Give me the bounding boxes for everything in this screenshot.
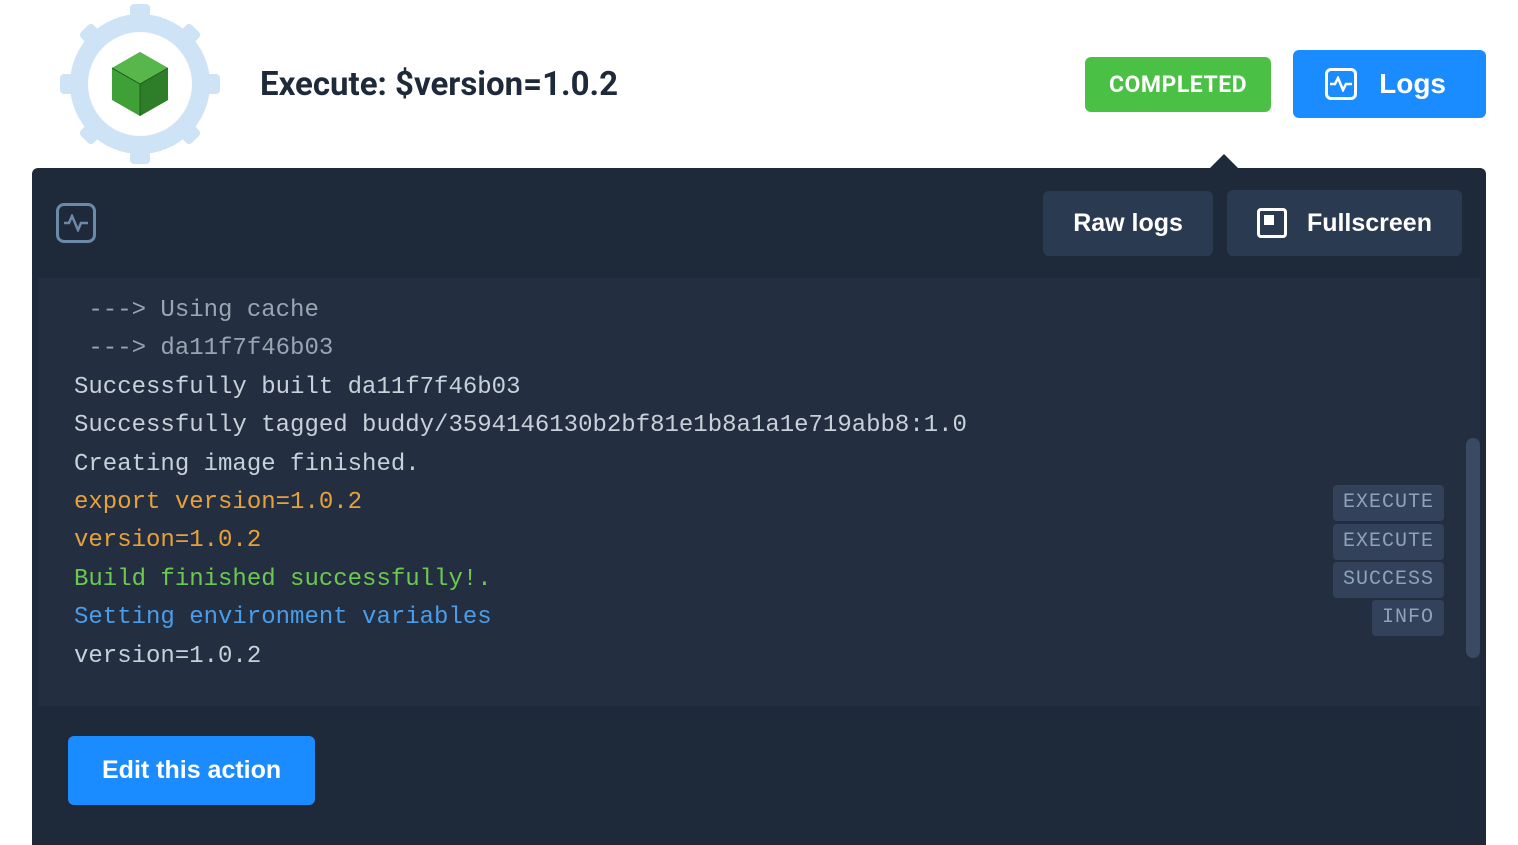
log-line: ---> Using cache [74,292,1444,330]
log-line: Successfully tagged buddy/3594146130b2bf… [74,407,1444,445]
log-tag: EXECUTE [1333,485,1444,521]
console-footer: Edit this action [32,706,1486,845]
fullscreen-label: Fullscreen [1307,209,1432,238]
panel-caret-icon [1210,154,1238,168]
fullscreen-button[interactable]: Fullscreen [1227,190,1462,256]
logs-button[interactable]: Logs [1293,50,1486,118]
log-line: Build finished successfully!.SUCCESS [74,561,1444,599]
activity-toggle-icon[interactable] [56,203,96,243]
console-panel: Raw logs Fullscreen ---> Using cache ---… [32,168,1486,845]
nodejs-cube-icon [104,48,176,120]
edit-action-button[interactable]: Edit this action [68,736,315,805]
fullscreen-icon [1257,208,1287,238]
log-line: Creating image finished. [74,446,1444,484]
log-line: version=1.0.2EXECUTE [74,522,1444,560]
action-title: Execute: $version=1.0.2 [260,65,1085,104]
log-line: Successfully built da11f7f46b03 [74,369,1444,407]
log-tag: SUCCESS [1333,562,1444,598]
log-line: ---> da11f7f46b03 [74,330,1444,368]
log-line: export version=1.0.2EXECUTE [74,484,1444,522]
scrollbar[interactable] [1466,438,1480,658]
raw-logs-button[interactable]: Raw logs [1043,191,1213,256]
console-toolbar: Raw logs Fullscreen [32,168,1486,278]
status-badge: COMPLETED [1085,57,1271,112]
action-gear-logo [60,4,220,164]
log-tag: INFO [1372,600,1444,636]
log-line: version=1.0.2 [74,638,1444,676]
logs-button-label: Logs [1379,68,1446,100]
log-tag: EXECUTE [1333,524,1444,560]
log-output: ---> Using cache ---> da11f7f46b03 Succe… [38,278,1480,706]
activity-icon [1325,68,1357,100]
raw-logs-label: Raw logs [1073,209,1183,238]
log-line: Setting environment variablesINFO [74,599,1444,637]
action-header: Execute: $version=1.0.2 COMPLETED Logs [0,0,1518,168]
